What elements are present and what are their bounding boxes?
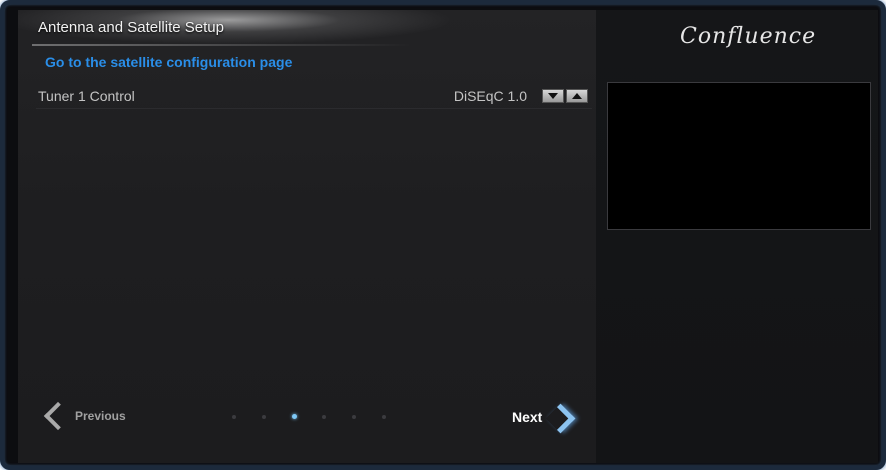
next-button[interactable]: Next (512, 403, 592, 434)
setup-panel: Antenna and Satellite Setup Go to the sa… (18, 10, 596, 463)
preview-area (607, 82, 871, 230)
triangle-down-icon (548, 93, 558, 99)
previous-label: Previous (75, 409, 126, 423)
setting-label: Tuner 1 Control (38, 88, 135, 104)
chevron-left-icon (43, 401, 73, 431)
spin-up-button[interactable] (566, 89, 588, 103)
next-label: Next (512, 409, 543, 425)
chevron-right-icon (545, 403, 576, 434)
setting-value: DiSEqC 1.0 (453, 88, 527, 104)
triangle-up-icon (572, 93, 582, 99)
title-divider (32, 44, 412, 46)
confluence-logo: Confluence (680, 24, 817, 49)
page-title: Antenna and Satellite Setup (38, 19, 224, 36)
page-dot (322, 415, 326, 419)
info-panel: Confluence (596, 10, 878, 463)
satellite-config-link[interactable]: Go to the satellite configuration page (45, 54, 292, 70)
page-dot (262, 415, 266, 419)
spin-down-button[interactable] (542, 89, 564, 103)
page-dot-active (292, 414, 297, 419)
setting-row-tuner-1-control[interactable]: Tuner 1 Control DiSEqC 1.0 (36, 82, 592, 109)
page-dot (382, 415, 386, 419)
app-window: Antenna and Satellite Setup Go to the sa… (0, 0, 886, 470)
page-dot (352, 415, 356, 419)
page-dot (232, 415, 236, 419)
